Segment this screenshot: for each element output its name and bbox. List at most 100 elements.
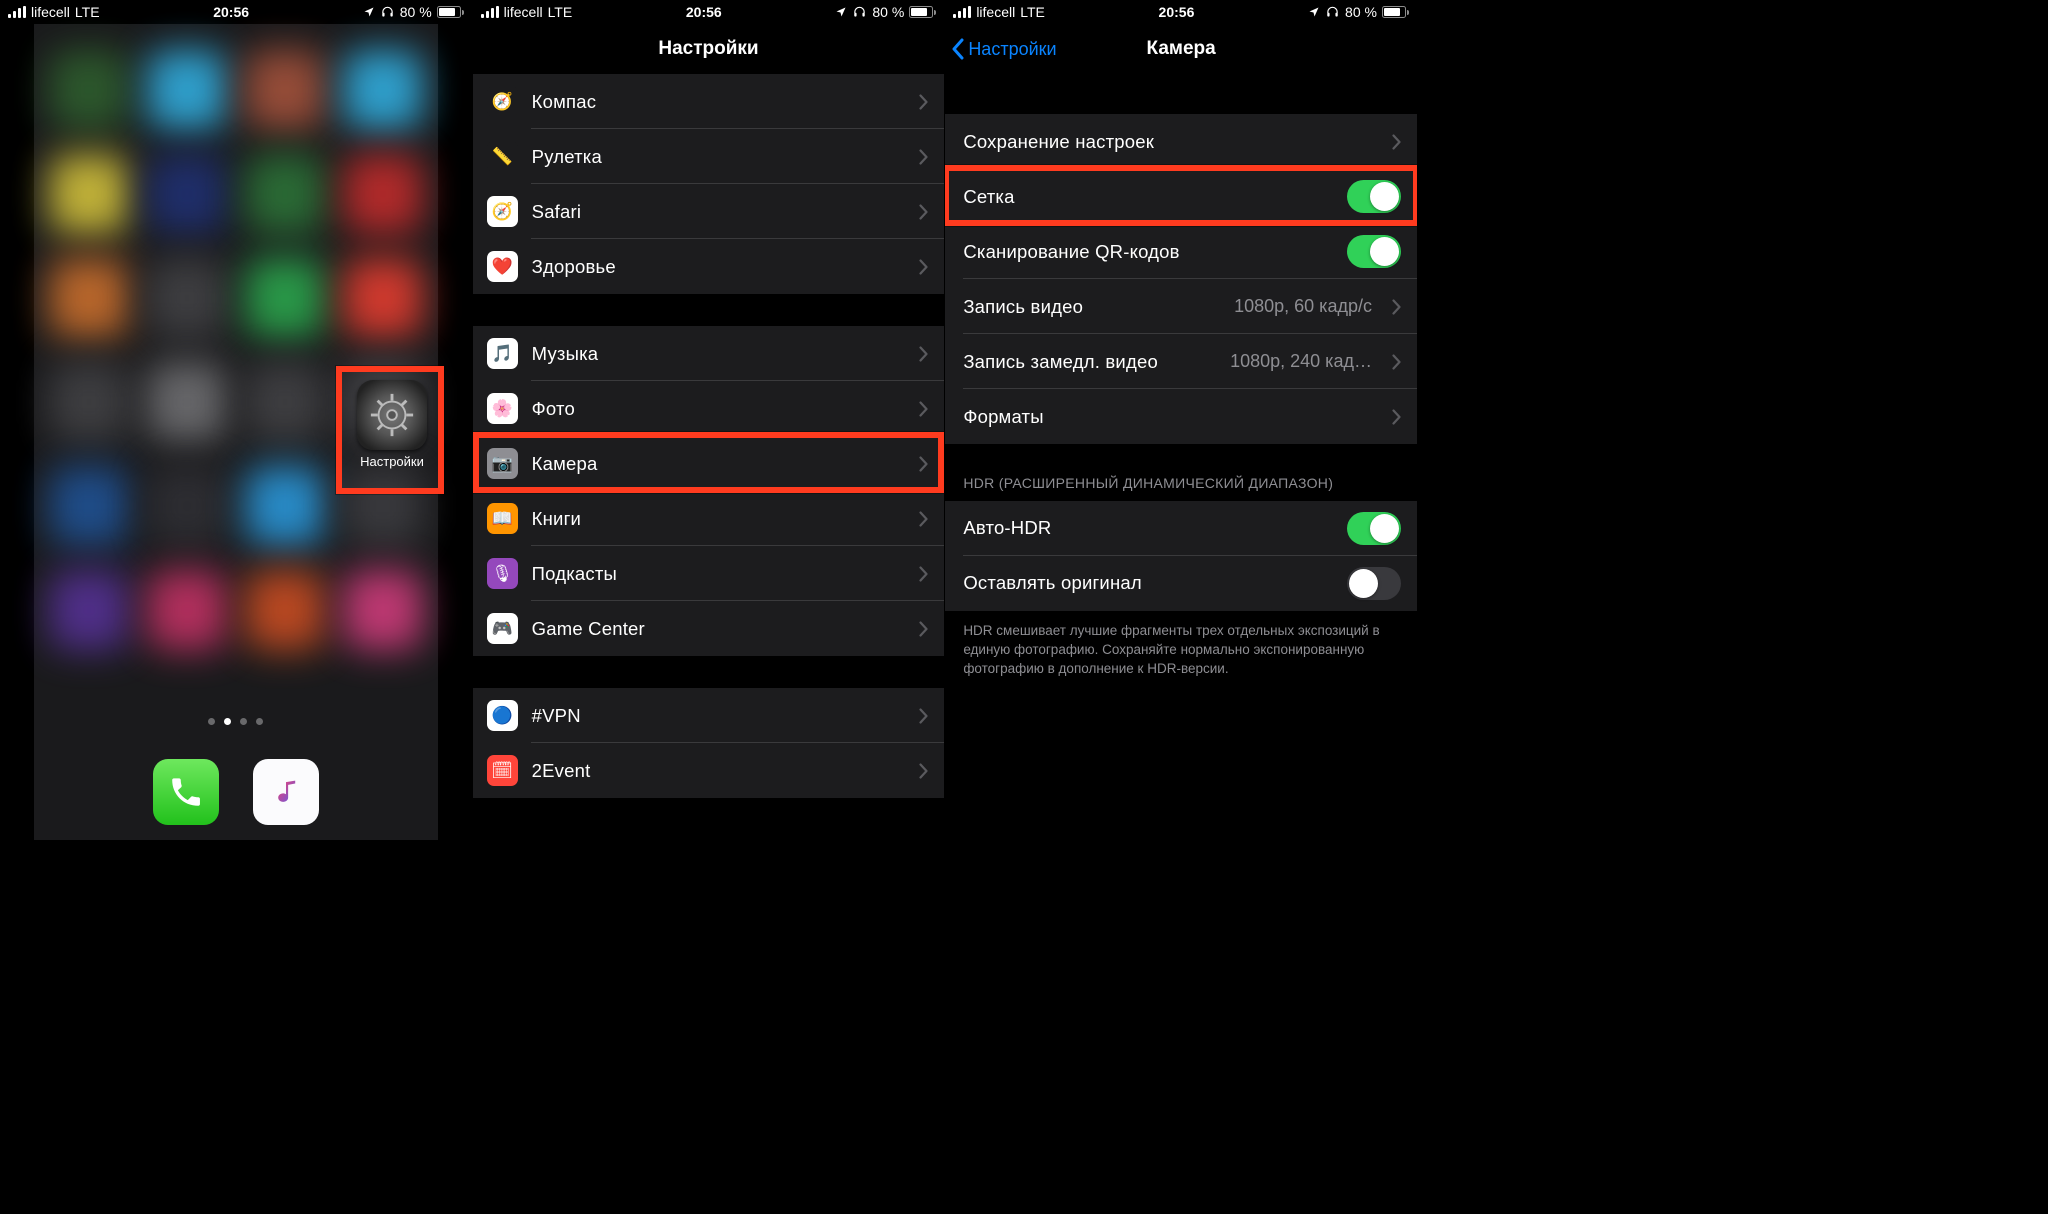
dock-app-music[interactable] — [253, 759, 319, 825]
blurred-app — [245, 362, 325, 442]
battery-icon — [1382, 6, 1409, 18]
toggle-grid[interactable] — [1347, 180, 1401, 213]
app-icon-safari: 🧭 — [487, 196, 518, 227]
status-bar: lifecell LTE 20:56 80 % — [473, 0, 945, 24]
toggle-qr[interactable] — [1347, 235, 1401, 268]
network-label: LTE — [548, 4, 573, 20]
row-label: Сканирование QR-кодов — [963, 241, 1333, 263]
toggle-keepnormal[interactable] — [1347, 567, 1401, 600]
carrier-label: lifecell — [504, 4, 543, 20]
screen-camera-settings: lifecell LTE 20:56 80 % Настройки Камера… — [945, 0, 1418, 840]
location-icon — [835, 6, 847, 18]
settings-row-music[interactable]: 🎵 Музыка — [473, 326, 945, 381]
row-label: Game Center — [532, 618, 906, 640]
settings-app-launcher[interactable]: Настройки — [340, 370, 444, 490]
settings-row-2event[interactable]: 🗓 2Event — [473, 743, 945, 798]
chevron-left-icon — [951, 38, 964, 60]
app-icon-compass: 🧭 — [487, 86, 518, 117]
chevron-right-icon — [1392, 409, 1401, 425]
chevron-right-icon — [919, 149, 928, 165]
nav-header: Настройки — [473, 24, 945, 74]
blurred-app — [147, 258, 227, 338]
phone-icon — [168, 774, 204, 810]
chevron-right-icon — [919, 204, 928, 220]
row-label: Камера — [532, 453, 906, 475]
camera-row-grid: Сетка — [945, 169, 1417, 224]
back-label: Настройки — [968, 39, 1056, 60]
page-indicator[interactable] — [0, 718, 472, 725]
settings-row-safari[interactable]: 🧭 Safari — [473, 184, 945, 239]
back-button[interactable]: Настройки — [951, 38, 1056, 60]
page-dot — [208, 718, 215, 725]
battery-icon — [437, 6, 464, 18]
settings-row-camera[interactable]: 📷 Камера — [473, 436, 945, 491]
settings-row-photos[interactable]: 🌸 Фото — [473, 381, 945, 436]
status-bar: lifecell LTE 20:56 80 % — [0, 0, 472, 24]
location-icon — [363, 6, 375, 18]
row-label: Музыка — [532, 343, 906, 365]
chevron-right-icon — [919, 708, 928, 724]
settings-row-books[interactable]: 📖 Книги — [473, 491, 945, 546]
battery-pct-label: 80 % — [872, 4, 904, 20]
camera-row-formats[interactable]: Форматы — [945, 389, 1417, 444]
dock — [0, 744, 472, 840]
page-title: Камера — [1147, 38, 1216, 60]
app-icon-books: 📖 — [487, 503, 518, 534]
row-label: Фото — [532, 398, 906, 420]
settings-row-gamecenter[interactable]: 🎮 Game Center — [473, 601, 945, 656]
page-title: Настройки — [658, 38, 758, 60]
settings-scroll-area[interactable]: 🧭 Компас 📏 Рулетка 🧭 Safari ❤️ Здоровье … — [473, 74, 945, 840]
row-label: Сетка — [963, 186, 1333, 208]
settings-row-vpn[interactable]: 🔵 #VPN — [473, 688, 945, 743]
blurred-app — [49, 154, 129, 234]
app-icon-camera: 📷 — [487, 448, 518, 479]
chevron-right-icon — [919, 346, 928, 362]
chevron-right-icon — [919, 259, 928, 275]
camera-row-slomo[interactable]: Запись замедл. видео1080p, 240 кад… — [945, 334, 1417, 389]
chevron-right-icon — [919, 566, 928, 582]
chevron-right-icon — [919, 763, 928, 779]
app-icon-photos: 🌸 — [487, 393, 518, 424]
blurred-app — [343, 570, 423, 650]
row-label: Авто-HDR — [963, 517, 1333, 539]
settings-row-podcasts[interactable]: 🎙 Подкасты — [473, 546, 945, 601]
signal-icon — [481, 6, 499, 18]
carrier-label: lifecell — [31, 4, 70, 20]
app-icon-health: ❤️ — [487, 251, 518, 282]
blurred-app — [343, 258, 423, 338]
camera-row-preserve[interactable]: Сохранение настроек — [945, 114, 1417, 169]
blurred-app — [245, 570, 325, 650]
blurred-app — [49, 50, 129, 130]
row-label: Здоровье — [532, 256, 906, 278]
row-label: Рулетка — [532, 146, 906, 168]
page-dot-active — [224, 718, 231, 725]
blurred-app — [147, 570, 227, 650]
chevron-right-icon — [1392, 134, 1401, 150]
camera-row-autohdr: Авто-HDR — [945, 501, 1417, 556]
blurred-app — [343, 50, 423, 130]
camera-row-video[interactable]: Запись видео1080p, 60 кадр/с — [945, 279, 1417, 334]
dock-app-phone[interactable] — [153, 759, 219, 825]
row-label: #VPN — [532, 705, 906, 727]
blurred-app — [147, 154, 227, 234]
battery-icon — [909, 6, 936, 18]
blurred-app — [49, 570, 129, 650]
screen-settings-list: lifecell LTE 20:56 80 % Настройки 🧭 Комп… — [473, 0, 946, 840]
settings-row-compass[interactable]: 🧭 Компас — [473, 74, 945, 129]
row-label: Подкасты — [532, 563, 906, 585]
toggle-autohdr[interactable] — [1347, 512, 1401, 545]
settings-row-measure[interactable]: 📏 Рулетка — [473, 129, 945, 184]
signal-icon — [953, 6, 971, 18]
location-icon — [1308, 6, 1320, 18]
settings-row-health[interactable]: ❤️ Здоровье — [473, 239, 945, 294]
blurred-app — [147, 466, 227, 546]
row-label: Форматы — [963, 406, 1378, 428]
chevron-right-icon — [1392, 299, 1401, 315]
chevron-right-icon — [919, 94, 928, 110]
camera-settings-scroll-area[interactable]: Сохранение настроек Сетка Сканирование Q… — [945, 74, 1417, 840]
screen-homescreen: lifecell LTE 20:56 80 % Настройки — [0, 0, 473, 840]
app-icon-music: 🎵 — [487, 338, 518, 369]
app-icon-2event: 🗓 — [487, 755, 518, 786]
battery-pct-label: 80 % — [1345, 4, 1377, 20]
row-label: Оставлять оригинал — [963, 572, 1333, 594]
